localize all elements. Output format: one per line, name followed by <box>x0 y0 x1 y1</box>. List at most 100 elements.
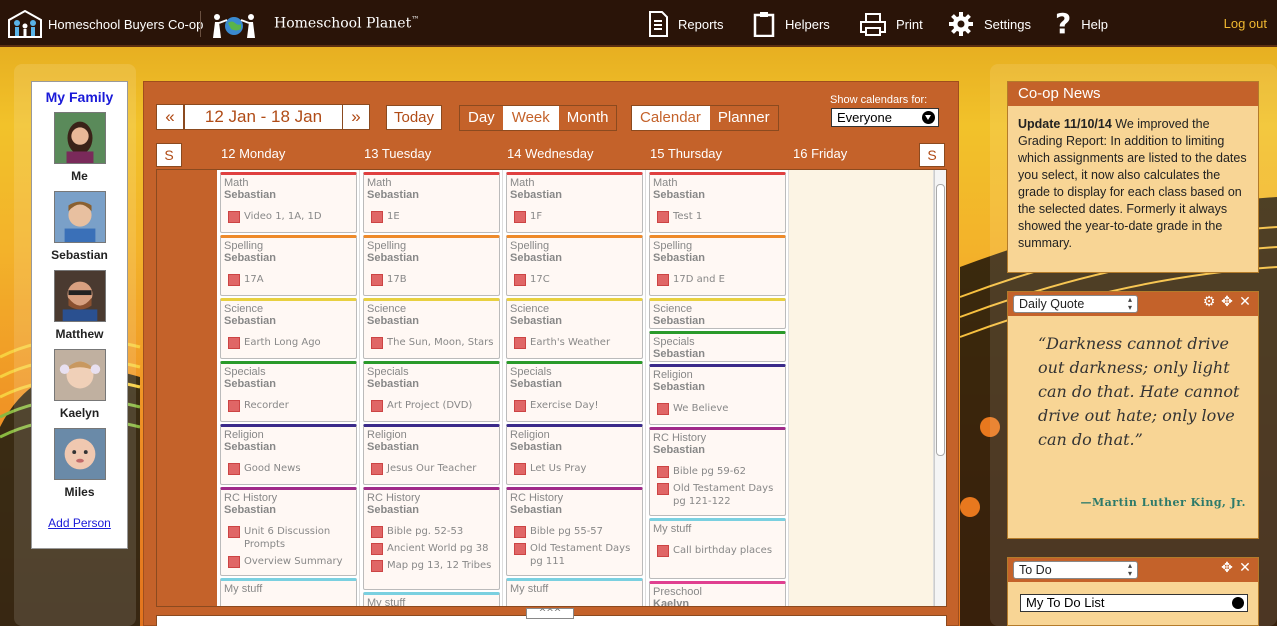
move-icon[interactable]: ✥ <box>1220 295 1234 309</box>
assignment-card[interactable]: Science Sebastian The Sun, Moon, Stars <box>363 298 500 359</box>
member-miles[interactable]: Miles <box>32 428 127 499</box>
assignment-card[interactable]: My stuff <box>220 578 357 606</box>
day-view-button[interactable]: Day <box>460 106 504 130</box>
add-person-link[interactable]: Add Person <box>32 516 127 530</box>
assignment-item[interactable]: The Sun, Moon, Stars <box>367 336 496 349</box>
calendars-for-select[interactable]: Everyone <box>831 108 939 127</box>
assignment-card[interactable]: Religion Sebastian Jesus Our Teacher <box>363 424 500 485</box>
assignment-card[interactable]: Math Sebastian 1E <box>363 172 500 233</box>
assignment-item[interactable]: 17A <box>224 273 353 286</box>
member-me[interactable]: Me <box>32 112 127 183</box>
assignment-card[interactable]: Spelling Sebastian 17C <box>506 235 643 296</box>
assignment-card[interactable]: Science Sebastian Earth Long Ago <box>220 298 357 359</box>
assignment-card[interactable]: Specials Sebastian Recorder <box>220 361 357 422</box>
calendar-tab[interactable]: Calendar <box>632 106 710 130</box>
planner-tab[interactable]: Planner <box>710 106 778 130</box>
assignment-item[interactable]: Unit 6 Discussion Prompts <box>224 525 353 551</box>
assignment-card[interactable]: Religion Sebastian Good News <box>220 424 357 485</box>
avatar[interactable] <box>53 191 106 243</box>
assignment-item[interactable]: Bible pg 59-62 <box>653 465 782 478</box>
assignment-card[interactable]: RC History Sebastian Bible pg. 52-53 Ancien… <box>363 487 500 590</box>
member-kaelyn[interactable]: Kaelyn <box>32 349 127 420</box>
close-icon[interactable]: ✕ <box>1238 561 1252 575</box>
assignment-item[interactable]: Jesus Our Teacher <box>367 462 496 475</box>
assignment-item[interactable]: 1F <box>510 210 639 223</box>
assignment-item[interactable]: Map pg 13, 12 Tribes <box>367 559 496 572</box>
assignment-item[interactable]: 17B <box>367 273 496 286</box>
avatar[interactable] <box>53 428 106 480</box>
assignment-card[interactable]: Spelling Sebastian 17B <box>363 235 500 296</box>
prev-week-button[interactable]: « <box>156 104 184 130</box>
assignment-item[interactable]: We Believe <box>653 402 782 415</box>
assignment-card[interactable]: Math Sebastian Video 1, 1A, 1D <box>220 172 357 233</box>
settings-button[interactable]: Settings <box>948 10 1031 38</box>
coop-brand-name[interactable]: Homeschool Buyers Co-op <box>48 17 203 32</box>
assignment-item[interactable]: Bible pg 55-57 <box>510 525 639 538</box>
assignment-item[interactable]: Ancient World pg 38 <box>367 542 496 555</box>
widget-type-select[interactable]: To Do <box>1013 561 1138 579</box>
assignment-card[interactable]: My stuff <box>363 592 500 606</box>
week-view-button[interactable]: Week <box>503 106 559 130</box>
assignment-item[interactable]: Good News <box>224 462 353 475</box>
reports-button[interactable]: Reports <box>648 10 724 38</box>
assignment-item[interactable]: Art Project (DVD) <box>367 399 496 412</box>
assignment-item[interactable]: Old Testament Days pg 121-122 <box>653 482 782 508</box>
scrollbar-thumb[interactable] <box>936 184 945 456</box>
assignment-item[interactable]: 1E <box>367 210 496 223</box>
month-view-button[interactable]: Month <box>559 106 617 130</box>
assignment-card[interactable]: Math Sebastian 1F <box>506 172 643 233</box>
assignment-card[interactable]: RC History Sebastian Bible pg 59-62 Old Tes… <box>649 427 786 516</box>
member-sebastian[interactable]: Sebastian <box>32 191 127 262</box>
member-matthew[interactable]: Matthew <box>32 270 127 341</box>
avatar[interactable] <box>53 349 106 401</box>
assignment-card[interactable]: My stuff Call birthday places <box>649 518 786 579</box>
assignment-item[interactable]: Earth Long Ago <box>224 336 353 349</box>
assignment-card[interactable]: Science Sebastian <box>649 298 786 329</box>
assignment-item[interactable]: Call birthday places <box>653 544 782 557</box>
assignment-item[interactable]: Exercise Day! <box>510 399 639 412</box>
logout-link[interactable]: Log out <box>1224 16 1267 31</box>
next-week-button[interactable]: » <box>342 104 370 130</box>
todo-list-select[interactable]: My To Do List <box>1020 594 1248 612</box>
assignment-card[interactable]: Specials Sebastian Exercise Day! <box>506 361 643 422</box>
assignment-item[interactable]: Let Us Pray <box>510 462 639 475</box>
assignment-item[interactable]: Old Testament Days pg 111 <box>510 542 639 568</box>
assignment-card[interactable]: Spelling Sebastian 17D and E <box>649 235 786 296</box>
saturday-toggle-button[interactable]: S <box>919 143 945 167</box>
planet-logo-icon[interactable] <box>210 9 258 39</box>
assignment-item[interactable]: 17C <box>510 273 639 286</box>
expand-handle[interactable]: ^^^ <box>526 608 574 619</box>
assignment-card[interactable]: RC History Sebastian Unit 6 Discussion Pro… <box>220 487 357 576</box>
assignment-item[interactable]: Overview Summary <box>224 555 353 568</box>
avatar[interactable] <box>53 270 106 322</box>
assignment-card[interactable]: Spelling Sebastian 17A <box>220 235 357 296</box>
assignment-item[interactable]: Test 1 <box>653 210 782 223</box>
helpers-button[interactable]: Helpers <box>753 10 830 38</box>
assignment-item[interactable]: Recorder <box>224 399 353 412</box>
planet-brand-name[interactable]: Homeschool Planet™ <box>274 15 419 32</box>
print-button[interactable]: Print <box>860 10 923 38</box>
assignment-card[interactable]: Religion Sebastian We Believe <box>649 364 786 425</box>
assignment-card[interactable]: Religion Sebastian Let Us Pray <box>506 424 643 485</box>
close-icon[interactable]: ✕ <box>1238 295 1252 309</box>
move-icon[interactable]: ✥ <box>1220 561 1234 575</box>
grid-scrollbar[interactable] <box>934 170 946 606</box>
assignment-card[interactable]: RC History Sebastian Bible pg 55-57 Old Tes… <box>506 487 643 576</box>
avatar[interactable] <box>53 112 106 164</box>
assignment-item[interactable]: Bible pg. 52-53 <box>367 525 496 538</box>
today-button[interactable]: Today <box>386 105 442 130</box>
widget-type-select[interactable]: Daily Quote <box>1013 295 1138 313</box>
assignment-card[interactable]: Specials Sebastian <box>649 331 786 362</box>
assignment-card[interactable]: Preschool Kaelyn <box>649 581 786 606</box>
date-range-display[interactable]: 12 Jan - 18 Jan <box>184 104 343 130</box>
sunday-toggle-button[interactable]: S <box>156 143 182 167</box>
coop-logo-icon[interactable] <box>6 10 44 38</box>
gear-icon[interactable]: ⚙ <box>1202 295 1216 309</box>
assignment-item[interactable]: 17D and E <box>653 273 782 286</box>
assignment-item[interactable]: Video 1, 1A, 1D <box>224 210 353 223</box>
assignment-card[interactable]: Science Sebastian Earth's Weather <box>506 298 643 359</box>
assignment-card[interactable]: Specials Sebastian Art Project (DVD) <box>363 361 500 422</box>
assignment-card[interactable]: Math Sebastian Test 1 <box>649 172 786 233</box>
assignment-item[interactable]: Earth's Weather <box>510 336 639 349</box>
assignment-card[interactable]: My stuff <box>506 578 643 606</box>
